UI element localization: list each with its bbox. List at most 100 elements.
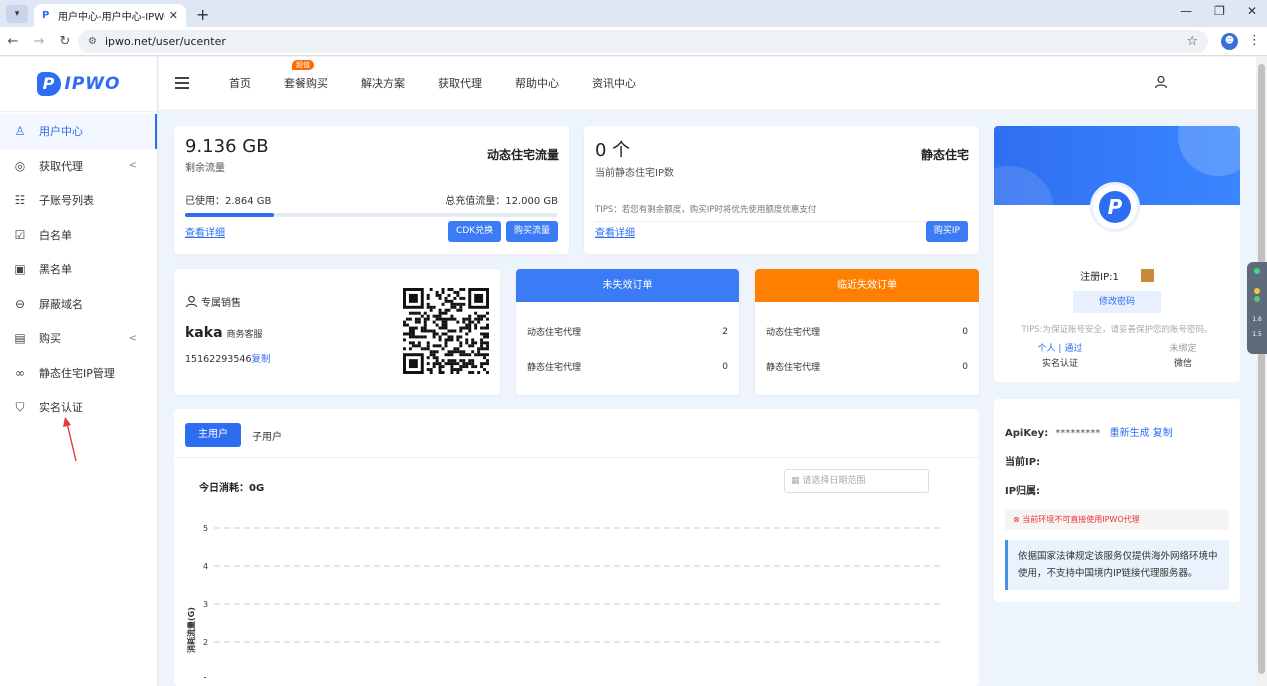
used-traffic: 已使用：2.864 GB xyxy=(185,196,272,207)
nav-get-proxy[interactable]: 获取代理 xyxy=(438,75,482,91)
location-icon: ◎ xyxy=(14,158,26,173)
buy-ip-button[interactable]: 购买IP xyxy=(925,221,968,242)
minus-circle-icon: ⊖ xyxy=(14,296,26,311)
sidebar-item-2[interactable]: ☷ 子账号列表 xyxy=(0,183,157,218)
y-tick-label: 3 xyxy=(203,600,208,609)
restore-icon[interactable]: ❐ xyxy=(1214,4,1225,18)
copy-key-link[interactable]: 复制 xyxy=(1153,428,1173,439)
regenerate-key-link[interactable]: 重新生成 xyxy=(1110,428,1150,439)
warning-text: 当前环境不可直接使用IPWO代理 xyxy=(1022,515,1140,524)
scrollbar-thumb[interactable] xyxy=(1258,64,1265,674)
sales-phone: 15162293546 xyxy=(185,354,252,365)
sidebar-menu: ♙ 用户中心 ◎ 获取代理 < ☷ 子账号列表 ☑ 白名单 ▣ 黑名单 ⊖ 屏蔽域名 ▤ 购买 < ∞ 静态住宅I… xyxy=(0,112,157,425)
active-order-row: 动态住宅代理 2 xyxy=(516,314,739,349)
browser-tab-strip: ▾ P 用户中心-用户中心-IPWO全球 ✕ + — ❐ ✕ xyxy=(0,0,1267,27)
tab-search-button[interactable]: ▾ xyxy=(6,5,28,23)
order-count: 0 xyxy=(962,326,968,337)
security-tips: TIPS:为保证账号安全，请妥善保护您的账号密码。 xyxy=(1021,325,1213,335)
expiring-orders-card: 临近失效订单 动态住宅代理 0 静态住宅代理 0 xyxy=(755,269,979,395)
static-details-link[interactable]: 查看详细 xyxy=(595,224,635,239)
logo-mark: P xyxy=(36,72,61,96)
traffic-details-link[interactable]: 查看详细 xyxy=(185,224,225,239)
tab-main-user[interactable]: 主用户 xyxy=(185,423,241,447)
widget-value-2: 1.5 xyxy=(1252,331,1262,338)
sidebar-item-label: 实名认证 xyxy=(39,401,83,415)
qr-code-image xyxy=(403,288,489,374)
active-orders-card: 未失效订单 动态住宅代理 2 静态住宅代理 0 xyxy=(516,269,739,395)
minimize-icon[interactable]: — xyxy=(1180,4,1192,18)
nav-news[interactable]: 资讯中心 xyxy=(592,75,636,91)
sidebar-item-6[interactable]: ▤ 购买 < xyxy=(0,321,157,356)
wechat-status[interactable]: 未绑定 xyxy=(1169,341,1196,354)
nav-home[interactable]: 首页 xyxy=(229,75,251,91)
close-window-icon[interactable]: ✕ xyxy=(1247,4,1257,18)
environment-warning: ⊗ 当前环境不可直接使用IPWO代理 xyxy=(1005,509,1229,530)
cart-icon: ▤ xyxy=(14,331,26,346)
user-icon: ♙ xyxy=(14,124,26,139)
y-tick-label: 1 xyxy=(203,676,208,678)
y-tick-label: 4 xyxy=(203,562,208,571)
traffic-card-title: 动态住宅流量 xyxy=(486,148,559,162)
hamburger-menu-icon[interactable] xyxy=(175,74,189,92)
tab-sub-user[interactable]: 子用户 xyxy=(252,428,282,443)
browser-tab[interactable]: P 用户中心-用户中心-IPWO全球 ✕ xyxy=(34,4,186,27)
nav-packages-label: 套餐购买 xyxy=(284,77,328,90)
nav-solutions[interactable]: 解决方案 xyxy=(361,75,405,91)
new-tab-button[interactable]: + xyxy=(196,5,209,24)
browser-menu-icon[interactable]: ⋮ xyxy=(1248,33,1261,48)
sidebar: P IPWO ♙ 用户中心 ◎ 获取代理 < ☷ 子账号列表 ☑ 白名单 ▣ 黑名单 ⊖ 屏蔽域名 ▤ 购买… xyxy=(0,57,158,686)
realname-passed-link[interactable]: 通过 xyxy=(1064,344,1082,354)
usage-panel: 主用户 子用户 今日消耗：0G ▦ 请选择日期范围 1 2 3 4 5 消耗流量(G) xyxy=(174,409,979,686)
tab-close-icon[interactable]: ✕ xyxy=(169,9,178,22)
sidebar-item-label: 黑名单 xyxy=(39,263,72,277)
bookmark-star-icon[interactable]: ☆ xyxy=(1186,34,1198,49)
buy-traffic-button[interactable]: 购买流量 xyxy=(505,221,558,242)
legal-notice: 依据国家法律规定该服务仅提供海外网络环境中使用，不支持中国境内IP链接代理服务器… xyxy=(1005,540,1229,590)
date-range-picker[interactable]: ▦ 请选择日期范围 xyxy=(784,469,929,493)
url-input[interactable]: ⚙ ipwo.net/user/ucenter ☆ xyxy=(78,30,1208,53)
active-order-row: 静态住宅代理 0 xyxy=(516,349,739,384)
back-icon[interactable]: ← xyxy=(0,34,26,49)
static-tips: TIPS：若您有剩余额度，购买IP时将优先使用额度优惠支付 xyxy=(595,203,968,222)
sidebar-item-4[interactable]: ▣ 黑名单 xyxy=(0,252,157,287)
api-card: ApiKey: ********* 重新生成 复制 当前IP: IP归属: ⊗ … xyxy=(994,399,1240,602)
nav-help[interactable]: 帮助中心 xyxy=(515,75,559,91)
blocklist-icon: ▣ xyxy=(14,262,26,277)
sidebar-item-5[interactable]: ⊖ 屏蔽域名 xyxy=(0,287,157,322)
infinity-icon: ∞ xyxy=(15,365,25,380)
forward-icon[interactable]: → xyxy=(26,34,52,49)
floating-widget[interactable]: 1.6 1.5 xyxy=(1247,262,1267,354)
sidebar-item-label: 静态住宅IP管理 xyxy=(39,366,115,380)
cdk-redeem-button[interactable]: CDK兑换 xyxy=(448,221,502,242)
warning-icon: ⊗ xyxy=(1013,515,1023,524)
realname-personal-link[interactable]: 个人 xyxy=(1038,344,1056,354)
user-avatar: P xyxy=(1090,182,1140,232)
sidebar-item-label: 购买 xyxy=(39,332,61,346)
sidebar-item-0[interactable]: ♙ 用户中心 xyxy=(0,114,157,149)
expiring-order-row: 动态住宅代理 0 xyxy=(755,314,979,349)
users-list-icon: ☷ xyxy=(14,193,26,208)
y-tick-label: 5 xyxy=(203,524,208,533)
profile-avatar[interactable]: ☻ xyxy=(1221,33,1238,50)
checklist-icon: ☑ xyxy=(14,227,26,242)
top-navigation: 首页 超值 套餐购买 解决方案 获取代理 帮助中心 资讯中心 xyxy=(159,57,1256,109)
sidebar-item-7[interactable]: ∞ 静态住宅IP管理 xyxy=(0,356,157,391)
active-orders-header: 未失效订单 xyxy=(516,269,739,302)
change-password-button[interactable]: 修改密码 xyxy=(1073,291,1161,313)
apikey-value: ********* xyxy=(1055,428,1101,439)
sidebar-item-3[interactable]: ☑ 白名单 xyxy=(0,218,157,253)
register-ip: 注册IP:1 xyxy=(1080,272,1119,283)
window-controls: — ❐ ✕ xyxy=(1180,4,1257,18)
shield-check-icon: ⛉ xyxy=(15,399,25,414)
reload-icon[interactable]: ↻ xyxy=(52,34,78,49)
copy-phone-link[interactable]: 复制 xyxy=(252,354,271,365)
nav-packages[interactable]: 超值 套餐购买 xyxy=(284,60,328,91)
logo-text: IPWO xyxy=(64,74,121,94)
order-type: 动态住宅代理 xyxy=(766,328,821,338)
site-info-icon[interactable]: ⚙ xyxy=(88,36,97,47)
profile-card: P 注册IP:1 修改密码 TIPS:为保证账号安全，请妥善保护您的账号密码。 … xyxy=(994,126,1240,382)
user-account-icon[interactable] xyxy=(1154,75,1168,89)
logo[interactable]: P IPWO xyxy=(0,57,157,112)
red-arrow-annotation xyxy=(63,417,77,462)
sidebar-item-1[interactable]: ◎ 获取代理 < xyxy=(0,149,157,184)
